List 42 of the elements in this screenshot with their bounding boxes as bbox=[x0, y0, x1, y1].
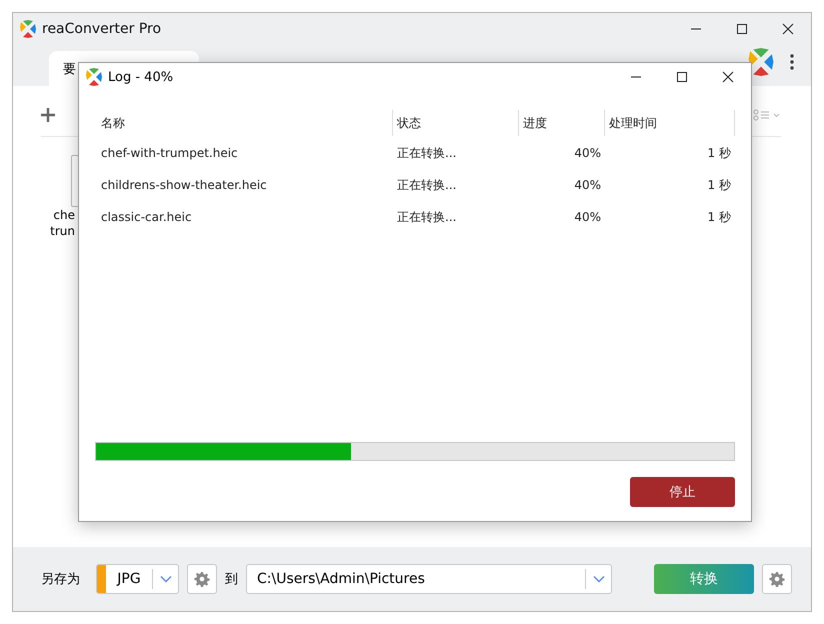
maximize-icon bbox=[736, 23, 748, 35]
table-cell-text: 正在转换... bbox=[396, 208, 458, 226]
close-icon bbox=[722, 71, 734, 83]
table-cell-text: 1 秒 bbox=[706, 144, 732, 162]
app-logo-icon bbox=[747, 48, 775, 76]
table-cell-text: 正在转换... bbox=[396, 144, 458, 162]
table-cell-text: 40% bbox=[573, 178, 602, 192]
column-header[interactable]: 状态 bbox=[393, 110, 519, 136]
to-label: 到 bbox=[225, 571, 238, 588]
column-header[interactable]: 进度 bbox=[519, 110, 605, 136]
table-cell-text: 1 秒 bbox=[706, 208, 732, 226]
close-icon bbox=[782, 23, 794, 35]
chevron-down-icon bbox=[160, 575, 172, 583]
format-value: JPG bbox=[116, 571, 142, 587]
chevron-down-icon bbox=[592, 575, 604, 583]
stop-button[interactable]: 停止 bbox=[630, 477, 735, 507]
table-cell-text: chef-with-trumpet.heic bbox=[100, 146, 239, 160]
thumbnail-caption: trun bbox=[50, 223, 75, 239]
table-cell-text: classic-car.heic bbox=[100, 210, 193, 224]
settings-button[interactable] bbox=[762, 564, 792, 594]
table-cell-text: childrens-show-theater.heic bbox=[100, 178, 268, 192]
window-title: reaConverter Pro bbox=[42, 21, 162, 37]
settings-icon bbox=[769, 571, 785, 587]
table-cell-text: 1 秒 bbox=[706, 176, 732, 194]
table-cell-text: 正在转换... bbox=[396, 176, 458, 194]
column-header[interactable]: 处理时间 bbox=[605, 110, 735, 136]
format-dropdown[interactable]: JPG bbox=[96, 564, 179, 594]
save-as-label: 另存为 bbox=[41, 571, 80, 588]
app-logo-icon bbox=[19, 20, 37, 38]
app-logo-icon bbox=[85, 68, 103, 86]
settings-icon bbox=[194, 571, 210, 587]
table-cell-text: 40% bbox=[573, 146, 602, 160]
add-icon[interactable] bbox=[41, 108, 55, 122]
settings-button[interactable] bbox=[187, 564, 217, 594]
output-path-dropdown[interactable]: C:\Users\Admin\Pictures bbox=[246, 564, 612, 594]
more-icon[interactable] bbox=[789, 53, 795, 71]
dialog-title: Log - 40% bbox=[108, 70, 174, 84]
output-path: C:\Users\Admin\Pictures bbox=[257, 571, 425, 587]
column-header[interactable]: 名称 bbox=[97, 110, 393, 136]
maximize-icon bbox=[676, 71, 688, 83]
table-cell-text: 40% bbox=[573, 210, 602, 224]
thumbnail-caption: che bbox=[53, 207, 75, 223]
